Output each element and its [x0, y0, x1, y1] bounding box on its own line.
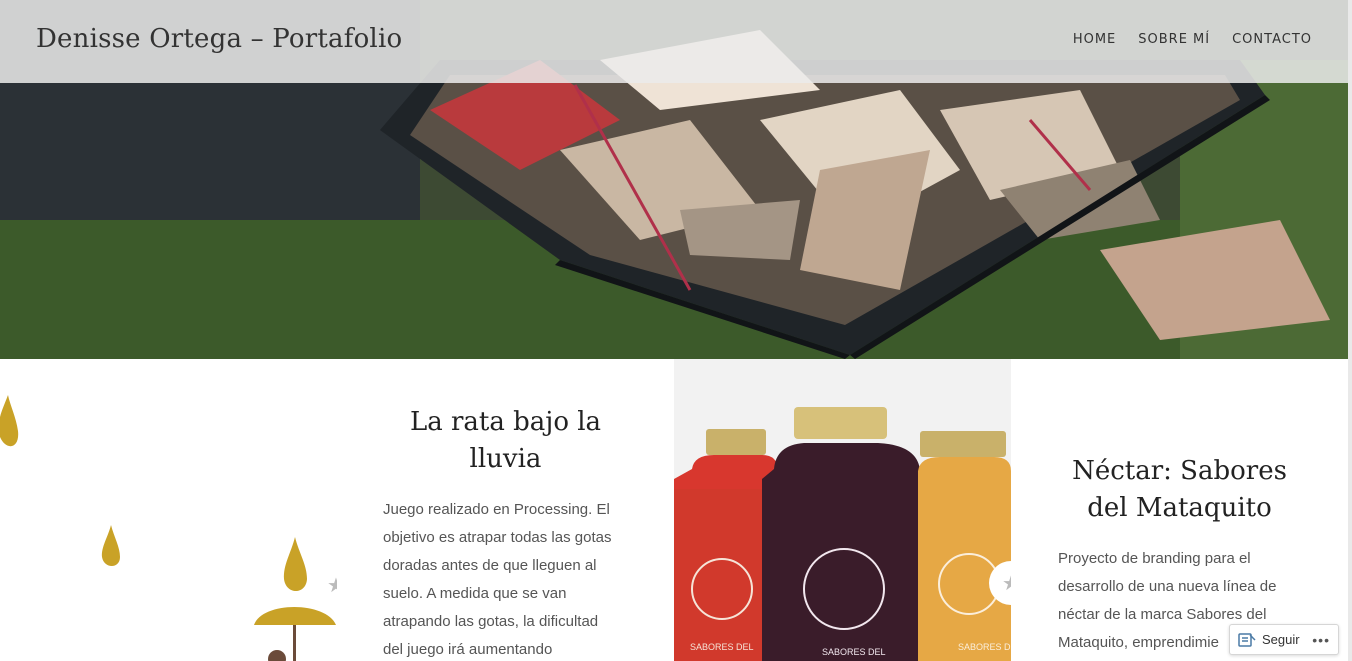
- post-title-line[interactable]: La rata bajo la: [337, 404, 674, 441]
- bottle-label-left: SABORES DEL: [690, 642, 754, 652]
- more-options-icon[interactable]: •••: [1312, 632, 1330, 648]
- nav-home[interactable]: HOME: [1073, 32, 1116, 47]
- nectar-bottles-photo: SABORES DEL SABORES DEL SABORES DEL: [674, 359, 1011, 661]
- rain-game-illustration: [0, 395, 336, 661]
- excerpt-line: del juego irá aumentando: [383, 641, 553, 658]
- post-title-line[interactable]: lluvia: [337, 441, 674, 478]
- follow-button[interactable]: Seguir •••: [1229, 624, 1339, 655]
- follow-label[interactable]: Seguir: [1262, 632, 1300, 647]
- excerpt-line: atrapando las gotas, la dificultad: [383, 613, 599, 630]
- excerpt-line: doradas antes de que lleguen al: [383, 557, 597, 574]
- site-header-bar: Denisse Ortega – Portafolio HOME SOBRE M…: [0, 0, 1352, 83]
- bottle-label-middle: SABORES DEL: [822, 647, 886, 657]
- post-title-nectar[interactable]: Néctar: Sabores del Mataquito: [1011, 453, 1348, 527]
- post-title-line[interactable]: del Mataquito: [1011, 490, 1348, 527]
- excerpt-line: suelo. A medida que se van: [383, 585, 567, 602]
- nav-contacto[interactable]: CONTACTO: [1232, 32, 1312, 47]
- post-excerpt-rata: Juego realizado en Processing. El objeti…: [383, 496, 663, 661]
- primary-navigation: HOME SOBRE MÍ CONTACTO: [1073, 32, 1312, 47]
- post-thumbnail-rata[interactable]: ★: [0, 359, 337, 661]
- post-thumbnail-nectar[interactable]: SABORES DEL SABORES DEL SABORES DEL ★: [674, 359, 1011, 661]
- excerpt-line: Juego realizado en Processing. El: [383, 501, 610, 518]
- post-title-rata[interactable]: La rata bajo la lluvia: [337, 404, 674, 478]
- star-icon[interactable]: ★: [327, 573, 337, 597]
- nav-sobre-mi[interactable]: SOBRE MÍ: [1138, 32, 1210, 47]
- follow-icon: [1238, 632, 1256, 647]
- post-title-line[interactable]: Néctar: Sabores: [1011, 453, 1348, 490]
- posts-grid: ★ La rata bajo la lluvia Juego realizado…: [0, 359, 1352, 661]
- excerpt-line: objetivo es atrapar todas las gotas: [383, 529, 612, 546]
- excerpt-line: desarrollo de una nueva línea de: [1058, 578, 1277, 595]
- site-title[interactable]: Denisse Ortega – Portafolio: [36, 24, 402, 54]
- excerpt-line: Proyecto de branding para el: [1058, 550, 1251, 567]
- bottle-label-right: SABORES DEL: [958, 642, 1011, 652]
- post-card-rata: La rata bajo la lluvia Juego realizado e…: [337, 359, 674, 661]
- post-card-nectar: Néctar: Sabores del Mataquito Proyecto d…: [1011, 359, 1348, 661]
